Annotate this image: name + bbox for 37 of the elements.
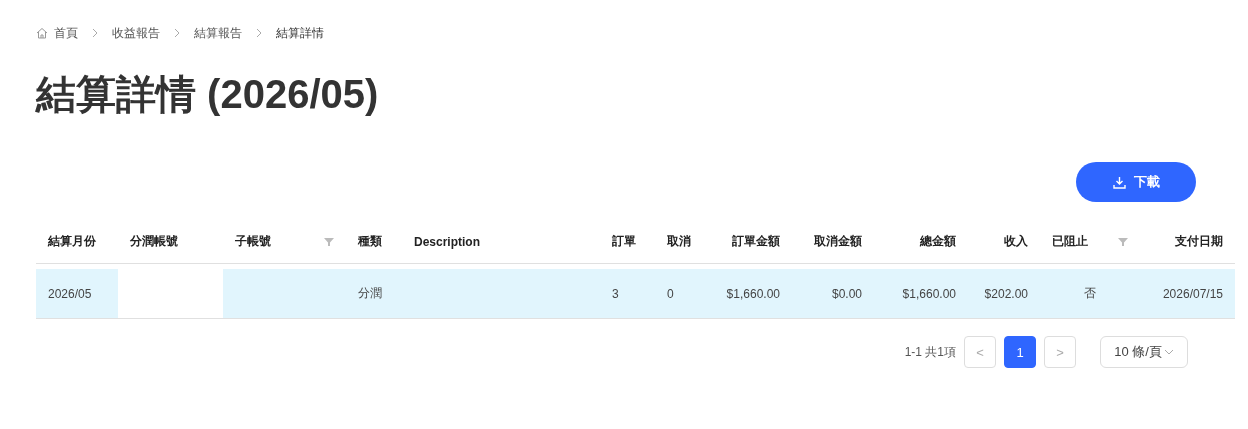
table-cell: 2026/05 — [48, 286, 92, 301]
breadcrumb-item[interactable]: 首頁 — [54, 24, 78, 42]
column-header: 已阻止 — [1052, 233, 1088, 250]
page-title: 結算詳情 (2026/05) — [36, 71, 380, 118]
download-icon — [1112, 175, 1126, 189]
column-header: 總金額 — [920, 233, 956, 250]
table-cell: $1,660.00 — [902, 286, 956, 301]
column-header: 收入 — [1004, 233, 1028, 250]
download-button[interactable]: 下載 — [1076, 162, 1196, 202]
column-header: 取消金額 — [814, 233, 862, 250]
table-cell: 否 — [1084, 285, 1096, 302]
breadcrumb-item[interactable]: 結算報告 — [194, 24, 242, 42]
column-header: 結算月份 — [48, 233, 96, 250]
table-cell: 2026/07/15 — [1162, 286, 1223, 301]
filter-icon[interactable] — [324, 236, 334, 247]
page-button[interactable]: 1 — [1004, 336, 1036, 368]
table-cell: $202.00 — [984, 286, 1028, 301]
table-cell: 3 — [612, 286, 619, 301]
column-header: 種類 — [358, 233, 382, 250]
page-size-select[interactable]: 10 條/頁 — [1100, 336, 1188, 368]
home-icon — [36, 27, 48, 39]
column-header: 訂單 — [612, 233, 636, 250]
column-header: 取消 — [667, 233, 691, 250]
table-cell: 分潤 — [358, 285, 382, 302]
pagination-summary: 1-1 共1項 — [904, 343, 956, 361]
table-cell: $1,660.00 — [726, 286, 780, 301]
breadcrumb-item: 結算詳情 — [276, 24, 324, 42]
breadcrumb-item[interactable]: 收益報告 — [112, 24, 160, 42]
column-header: 分潤帳號 — [130, 233, 178, 250]
filter-icon[interactable] — [1118, 236, 1128, 247]
column-header: 子帳號 — [235, 233, 271, 250]
table-cell: $0.00 — [831, 286, 862, 301]
column-header: 支付日期 — [1175, 233, 1223, 250]
column-header: Description — [414, 234, 480, 249]
chevron-down-icon — [1163, 349, 1174, 355]
column-header: 訂單金額 — [732, 233, 780, 250]
table-cell: 0 — [667, 286, 674, 301]
